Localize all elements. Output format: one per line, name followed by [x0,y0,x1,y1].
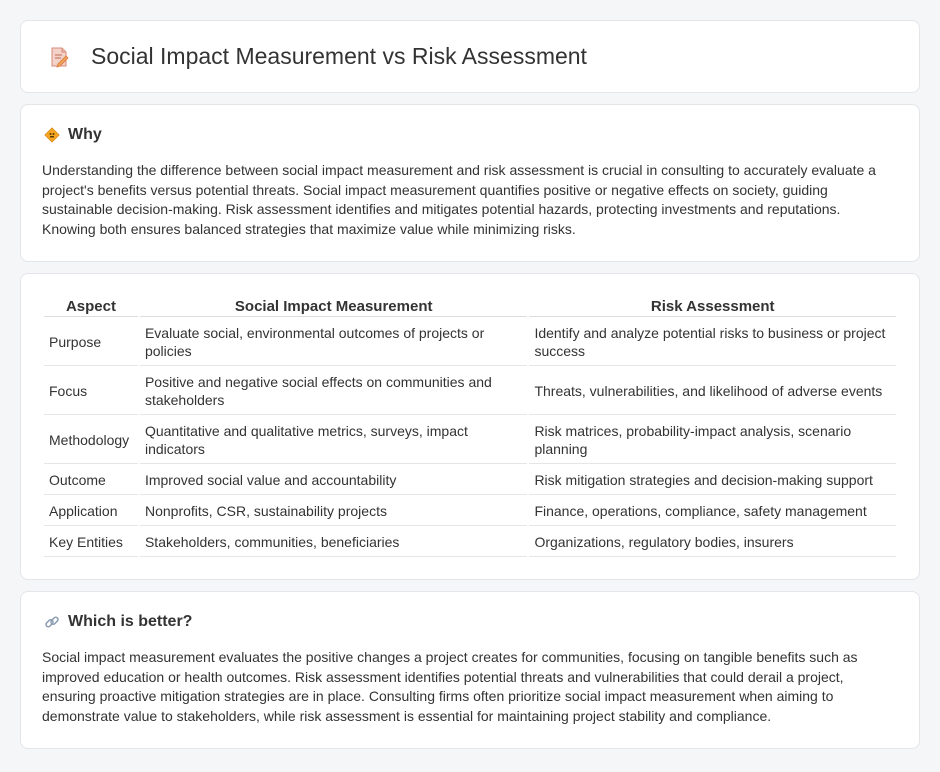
header-risk-assessment: Risk Assessment [529,295,896,317]
table-row: Purpose Evaluate social, environmental o… [44,319,896,366]
risk-assessment-cell: Finance, operations, compliance, safety … [529,497,896,526]
which-better-section: Which is better? Social impact measureme… [20,591,920,749]
why-section: Why Understanding the difference between… [20,104,920,262]
header-card: Social Impact Measurement vs Risk Assess… [20,20,920,93]
social-impact-cell: Quantitative and qualitative metrics, su… [139,417,528,464]
social-impact-cell: Stakeholders, communities, beneficiaries [139,528,528,557]
which-better-title: Which is better? [68,613,193,630]
document-pen-icon [51,47,69,68]
which-better-text: Social impact measurement evaluates the … [42,649,858,724]
risk-assessment-cell: Risk matrices, probability-impact analys… [529,417,896,464]
link-icon [45,616,59,628]
aspect-cell: Focus [44,368,138,415]
which-better-heading: Which is better? [42,613,898,631]
table-header-row: Aspect Social Impact Measurement Risk As… [44,295,896,317]
aspect-cell: Methodology [44,417,138,464]
social-impact-cell: Nonprofits, CSR, sustainability projects [139,497,528,526]
social-impact-cell: Positive and negative social effects on … [139,368,528,415]
diamond-sign-icon [44,127,60,143]
social-impact-cell: Evaluate social, environmental outcomes … [139,319,528,366]
table-row: Application Nonprofits, CSR, sustainabil… [44,497,896,526]
aspect-cell: Purpose [44,319,138,366]
aspect-cell: Key Entities [44,528,138,557]
risk-assessment-cell: Identify and analyze potential risks to … [529,319,896,366]
table-row: Focus Positive and negative social effec… [44,368,896,415]
header-social-impact: Social Impact Measurement [139,295,528,317]
aspect-cell: Outcome [44,466,138,495]
why-text: Understanding the difference between soc… [42,162,876,237]
risk-assessment-cell: Organizations, regulatory bodies, insure… [529,528,896,557]
comparison-table: Aspect Social Impact Measurement Risk As… [42,293,898,559]
why-title: Why [68,126,102,143]
table-row: Key Entities Stakeholders, communities, … [44,528,896,557]
table-row: Outcome Improved social value and accoun… [44,466,896,495]
risk-assessment-cell: Risk mitigation strategies and decision-… [529,466,896,495]
page-title: Social Impact Measurement vs Risk Assess… [91,43,587,69]
page: Social Impact Measurement vs Risk Assess… [0,0,940,749]
social-impact-cell: Improved social value and accountability [139,466,528,495]
why-heading: Why [42,126,898,144]
table-row: Methodology Quantitative and qualitative… [44,417,896,464]
risk-assessment-cell: Threats, vulnerabilities, and likelihood… [529,368,896,415]
aspect-cell: Application [44,497,138,526]
comparison-card: Aspect Social Impact Measurement Risk As… [20,273,920,580]
header-aspect: Aspect [44,295,138,317]
